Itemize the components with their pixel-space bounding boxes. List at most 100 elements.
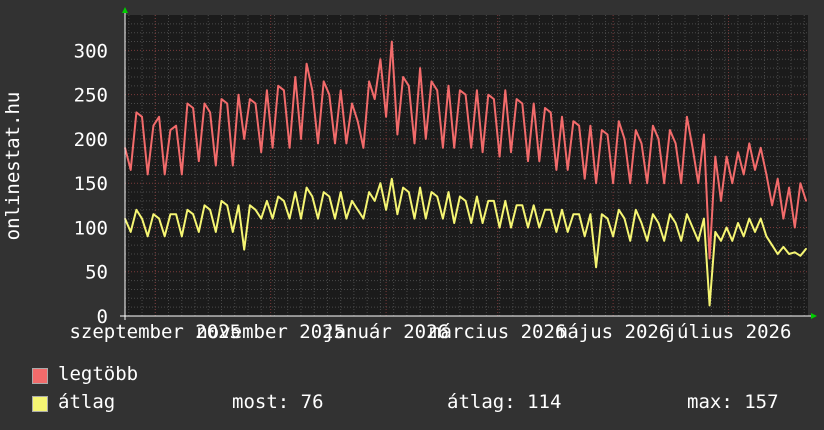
data-point-1 bbox=[356, 209, 359, 211]
data-point-1 bbox=[691, 226, 694, 229]
data-point-1 bbox=[425, 217, 427, 220]
data-point-0 bbox=[765, 173, 768, 176]
y-tick-label: 50 bbox=[85, 262, 108, 284]
y-tick-label: 150 bbox=[74, 173, 108, 195]
data-point-1 bbox=[317, 217, 319, 220]
data-point-0 bbox=[549, 111, 552, 114]
data-point-1 bbox=[186, 209, 189, 211]
data-point-1 bbox=[532, 204, 535, 207]
data-point-1 bbox=[459, 195, 461, 198]
data-point-1 bbox=[635, 209, 637, 211]
data-point-0 bbox=[657, 138, 660, 140]
x-axis-arrow bbox=[811, 313, 817, 319]
data-point-0 bbox=[771, 204, 773, 207]
data-point-0 bbox=[555, 169, 558, 171]
data-point-0 bbox=[288, 147, 291, 149]
data-point-1 bbox=[544, 209, 546, 211]
data-point-0 bbox=[283, 89, 285, 92]
data-point-0 bbox=[220, 98, 223, 100]
data-point-0 bbox=[776, 178, 779, 180]
data-point-0 bbox=[339, 89, 342, 92]
data-point-1 bbox=[215, 231, 217, 233]
data-point-0 bbox=[720, 200, 722, 202]
data-point-0 bbox=[572, 120, 575, 122]
data-point-1 bbox=[328, 195, 331, 198]
data-point-0 bbox=[742, 173, 745, 176]
data-point-1 bbox=[776, 253, 779, 255]
data-point-0 bbox=[334, 142, 336, 145]
data-point-0 bbox=[328, 93, 331, 96]
data-point-1 bbox=[754, 231, 756, 233]
data-point-0 bbox=[635, 129, 637, 131]
data-point-0 bbox=[663, 182, 665, 184]
data-point-0 bbox=[669, 129, 671, 131]
data-point-1 bbox=[476, 195, 478, 198]
data-point-0 bbox=[175, 124, 177, 127]
data-point-1 bbox=[305, 186, 308, 189]
data-point-0 bbox=[680, 182, 682, 184]
data-point-0 bbox=[368, 80, 370, 83]
legend-swatch-legtobb bbox=[32, 368, 48, 384]
stat-most: most: 76 bbox=[232, 391, 324, 413]
data-point-0 bbox=[391, 40, 393, 43]
data-point-1 bbox=[515, 204, 518, 207]
data-point-0 bbox=[487, 93, 490, 96]
legend-item-legtobb: legtöbb bbox=[32, 363, 812, 389]
data-point-1 bbox=[788, 253, 790, 255]
data-point-1 bbox=[493, 200, 495, 202]
data-point-1 bbox=[527, 226, 529, 229]
data-point-0 bbox=[396, 133, 399, 136]
data-point-0 bbox=[260, 151, 263, 153]
data-point-1 bbox=[794, 251, 796, 254]
data-point-0 bbox=[759, 147, 762, 149]
data-point-0 bbox=[408, 85, 410, 87]
data-point-0 bbox=[237, 93, 240, 96]
data-point-0 bbox=[578, 124, 580, 127]
data-point-1 bbox=[714, 231, 717, 233]
data-point-0 bbox=[629, 182, 631, 184]
data-point-1 bbox=[442, 217, 444, 220]
stat-atlag: átlag: 114 bbox=[447, 391, 562, 413]
data-point-0 bbox=[271, 147, 274, 149]
data-point-0 bbox=[498, 155, 501, 158]
y-tick-label: 300 bbox=[74, 40, 108, 62]
y-tick-label: 200 bbox=[74, 129, 108, 151]
data-point-1 bbox=[430, 191, 433, 193]
legend-label-legtobb: legtöbb bbox=[58, 363, 139, 385]
data-point-1 bbox=[334, 217, 336, 220]
data-point-0 bbox=[158, 116, 160, 118]
data-point-1 bbox=[612, 235, 614, 238]
data-point-1 bbox=[504, 200, 507, 202]
data-point-1 bbox=[629, 240, 631, 242]
data-point-0 bbox=[385, 116, 387, 118]
data-point-0 bbox=[254, 102, 257, 105]
data-point-1 bbox=[669, 213, 671, 215]
data-point-1 bbox=[209, 209, 211, 211]
data-point-0 bbox=[476, 89, 478, 92]
y-axis-arrow bbox=[122, 7, 128, 13]
data-point-0 bbox=[402, 76, 404, 78]
data-point-0 bbox=[226, 102, 228, 105]
data-point-0 bbox=[430, 80, 433, 83]
data-point-1 bbox=[708, 304, 711, 307]
data-point-0 bbox=[181, 173, 183, 176]
data-point-0 bbox=[453, 147, 456, 149]
data-point-1 bbox=[799, 255, 802, 257]
data-point-1 bbox=[578, 213, 580, 215]
data-point-1 bbox=[271, 217, 274, 220]
data-point-0 bbox=[243, 138, 245, 140]
data-point-0 bbox=[601, 129, 603, 131]
data-point-1 bbox=[640, 222, 643, 224]
data-point-1 bbox=[283, 200, 285, 202]
data-point-0 bbox=[606, 133, 609, 136]
data-point-0 bbox=[152, 124, 155, 127]
data-point-0 bbox=[203, 102, 206, 105]
data-point-0 bbox=[215, 164, 217, 167]
data-point-0 bbox=[544, 107, 546, 109]
data-point-0 bbox=[141, 116, 143, 118]
data-point-0 bbox=[697, 182, 700, 184]
data-point-1 bbox=[345, 217, 348, 220]
data-point-0 bbox=[419, 67, 421, 69]
data-point-1 bbox=[385, 209, 387, 211]
legend-item-atlag: átlag most: 76 átlag: 114 max: 157 bbox=[32, 391, 812, 417]
